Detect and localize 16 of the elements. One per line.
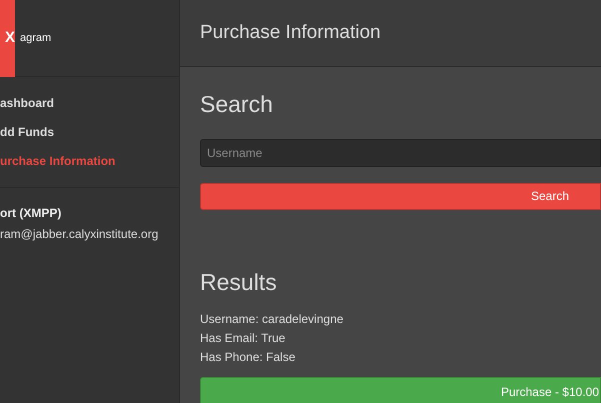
nav-item[interactable]: urchase Information [0, 152, 116, 170]
result-line: Has Email: True [200, 330, 286, 346]
purchase-button[interactable]: Purchase - $10.00 [200, 377, 601, 403]
nav-item[interactable]: dd Funds [0, 123, 54, 141]
nav-item[interactable]: ashboard [0, 94, 54, 112]
search-button[interactable]: Search [200, 182, 601, 210]
page-title: Purchase Information [200, 20, 381, 45]
support-address: ram@jabber.calyxinstitute.org [0, 226, 160, 243]
username-field[interactable]: Username [200, 138, 601, 166]
support-title: ort (XMPP) [0, 205, 62, 222]
results-heading: Results [200, 268, 278, 296]
brand-name: agram [20, 30, 52, 46]
logo: X [0, 0, 15, 76]
result-line: Has Phone: False [200, 349, 296, 365]
search-heading: Search [200, 90, 274, 119]
result-line: Username: caradelevingne [200, 311, 344, 327]
